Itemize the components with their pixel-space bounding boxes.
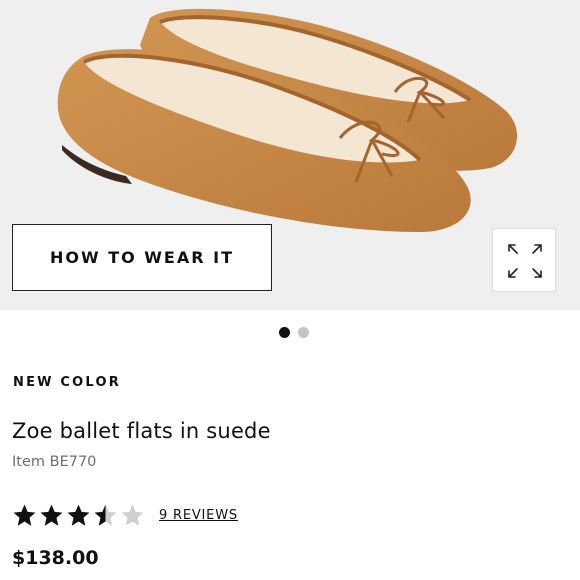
new-color-badge: NEW COLOR (13, 375, 121, 390)
rating-row: 9 REVIEWS (12, 503, 238, 528)
product-title: Zoe ballet flats in suede (12, 419, 271, 443)
star-icon (94, 504, 117, 526)
expand-arrows-icon (508, 244, 542, 278)
item-number: Item BE770 (12, 454, 97, 470)
star-icon (13, 504, 36, 526)
how-to-wear-label: HOW TO WEAR IT (49, 248, 234, 267)
how-to-wear-button[interactable]: HOW TO WEAR IT (12, 224, 272, 291)
star-icon (67, 504, 90, 526)
star-rating (12, 503, 145, 528)
carousel-dots (0, 327, 580, 338)
star-icon (121, 504, 144, 526)
star-icon (40, 504, 63, 526)
expand-image-button[interactable] (492, 228, 556, 292)
product-image-gallery[interactable]: HOW TO WEAR IT (0, 0, 580, 310)
product-price: $138.00 (12, 547, 99, 569)
reviews-link[interactable]: 9 REVIEWS (159, 508, 238, 523)
carousel-dot-2[interactable] (298, 327, 309, 338)
carousel-dot-1[interactable] (279, 327, 290, 338)
